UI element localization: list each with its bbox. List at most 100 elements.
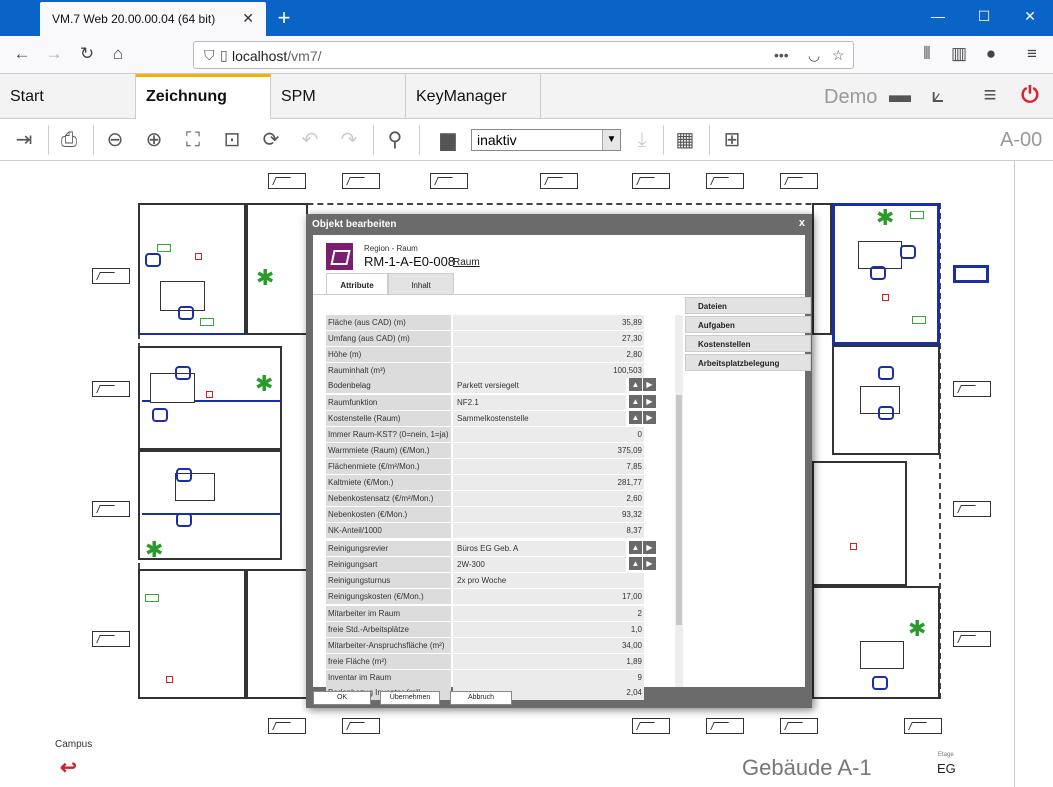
chevron-right-icon[interactable]: ▶ [643,378,656,391]
attribute-value[interactable]: 2 [453,606,644,621]
search-icon[interactable]: ⚲ [381,127,409,153]
attribute-value[interactable]: Büros EG Geb. A [453,541,626,556]
account-icon[interactable]: ● [979,44,1003,64]
hamburger-menu-icon[interactable]: ≡ [976,82,1004,108]
chevron-up-icon[interactable]: ▲ [629,378,642,391]
tasks-button[interactable]: Aufgaben [685,316,811,333]
attribute-value[interactable]: 100,503 [453,363,644,378]
room[interactable] [246,569,308,699]
chevron-down-icon[interactable]: ▼ [602,130,620,150]
view-select[interactable]: inaktiv ▼ [471,129,621,151]
browser-tab[interactable]: VM.7 Web 20.00.00.04 (64 bit) ✕ [40,2,266,36]
window-close-icon[interactable]: ✕ [1020,8,1040,25]
shield-icon[interactable]: ⛉ [204,47,215,64]
attribute-value[interactable]: 375,09 [453,443,644,458]
zoom-window-icon[interactable]: ⊡ [218,127,246,153]
attribute-value[interactable]: 2,60 [453,491,644,506]
attribute-value[interactable]: 93,32 [453,507,644,522]
chevron-right-icon[interactable]: ▶ [643,541,656,554]
room[interactable] [812,461,907,586]
attribute-value[interactable]: 9 [453,670,644,685]
attribute-value[interactable]: 1,89 [453,654,644,669]
layers-icon[interactable]: ▆ [434,127,462,153]
folder-icon[interactable]: ▬ [886,82,914,108]
more-icon[interactable]: ••• [774,47,789,63]
new-tab-icon[interactable]: + [272,5,296,31]
attribute-value[interactable]: 0 [453,427,644,442]
chevron-right-icon[interactable]: ▶ [643,411,656,424]
sidebar-icon[interactable]: ▥ [947,44,971,64]
page-info-icon[interactable]: ▯ [220,47,228,64]
redo-icon[interactable]: ↷ [335,127,363,153]
apply-button[interactable]: Übernehmen [380,691,440,705]
bookmark-star-icon[interactable]: ☆ [832,47,845,64]
reload-icon[interactable]: ↻ [75,44,99,64]
files-button[interactable]: Dateien [685,297,811,314]
measure-icon[interactable]: ⟀ [924,82,952,108]
undo-icon[interactable]: ↶ [296,127,324,153]
attribute-value[interactable]: 1,0 [453,622,644,637]
tab-zeichnung[interactable]: Zeichnung [136,74,271,120]
tab-spm[interactable]: SPM [271,74,406,119]
attribute-value[interactable]: Parkett versiegelt [453,378,626,393]
tab-start[interactable]: Start [0,74,136,119]
zoom-in-icon[interactable]: ⊕ [140,127,168,153]
window-symbol [632,173,670,189]
attribute-value[interactable]: 27,30 [453,331,644,346]
minimize-icon[interactable]: — [928,8,948,24]
chevron-up-icon[interactable]: ▲ [629,395,642,408]
chevron-up-icon[interactable]: ▲ [629,411,642,424]
room[interactable] [138,569,246,699]
zoom-extents-icon[interactable]: ⛶ [179,127,207,153]
url-bar[interactable]: ⛉ ▯ localhost/vm7/ ••• ◡ ☆ [193,41,854,69]
attribute-value[interactable]: 8,37 [453,523,644,538]
add-object-icon[interactable]: ⊞ [718,127,746,153]
tab-inhalt[interactable]: Inhalt [388,273,454,295]
home-icon[interactable]: ⌂ [106,44,130,64]
dialog-body: Region - Raum RM-1-A-E0-008 Raum Attribu… [313,235,811,700]
dialog-close-button[interactable]: x [799,217,805,229]
power-icon[interactable]: ⏻ [1016,82,1044,108]
refresh-icon[interactable]: ⟳ [257,127,285,153]
cost-centers-button[interactable]: Kostenstellen [685,335,811,352]
attribute-value[interactable]: 2W-300 [453,557,626,572]
tab-keymanager[interactable]: KeyManager [406,74,541,119]
attribute-value[interactable]: 17,00 [453,589,644,604]
cancel-button[interactable]: Abbruch [450,691,512,705]
download-icon[interactable]: ⤓ [628,127,656,153]
pocket-icon[interactable]: ◡ [808,47,820,64]
object-class-link[interactable]: Raum [453,257,480,268]
chevron-up-icon[interactable]: ▲ [629,541,642,554]
zoom-out-icon[interactable]: ⊖ [101,127,129,153]
attribute-value[interactable]: 281,77 [453,475,644,490]
attribute-value[interactable]: Sammelkostenstelle [453,411,626,426]
chevron-up-icon[interactable]: ▲ [629,557,642,570]
forward-arrow-icon[interactable]: → [42,44,66,64]
selected-window-symbol[interactable] [953,265,989,283]
attribute-value[interactable]: NF2.1 [453,395,626,410]
attribute-value[interactable]: 7,85 [453,459,644,474]
scroll-thumb[interactable] [676,395,682,625]
library-icon[interactable]: ⫴ [915,44,939,64]
menu-icon[interactable]: ≡ [1020,44,1044,64]
room[interactable] [812,203,832,335]
grid-layout-icon[interactable]: ▦ [671,127,699,153]
back-arrow-icon[interactable]: ← [10,44,34,64]
back-return-icon[interactable]: ↩ [60,755,77,780]
tab-attribute[interactable]: Attribute [326,273,388,295]
chevron-right-icon[interactable]: ▶ [643,557,656,570]
chevron-right-icon[interactable]: ▶ [643,395,656,408]
print-icon[interactable]: ⎙ [55,127,83,153]
attribute-value[interactable]: 2x pro Woche [453,573,644,588]
export-icon[interactable]: ⇥ [10,127,38,153]
attribute-value[interactable]: 34,00 [453,638,644,653]
desk [860,641,904,669]
workplace-occupancy-button[interactable]: Arbeitsplatzbelegung [685,354,811,371]
ok-button[interactable]: OK [313,691,371,705]
canvas-scrollbar[interactable] [1015,161,1053,787]
attribute-value[interactable]: 35,89 [453,315,644,330]
attribute-scrollbar[interactable] [675,315,683,687]
maximize-icon[interactable]: ☐ [974,8,994,25]
attribute-value[interactable]: 2,80 [453,347,644,362]
close-icon[interactable]: ✕ [242,10,254,27]
